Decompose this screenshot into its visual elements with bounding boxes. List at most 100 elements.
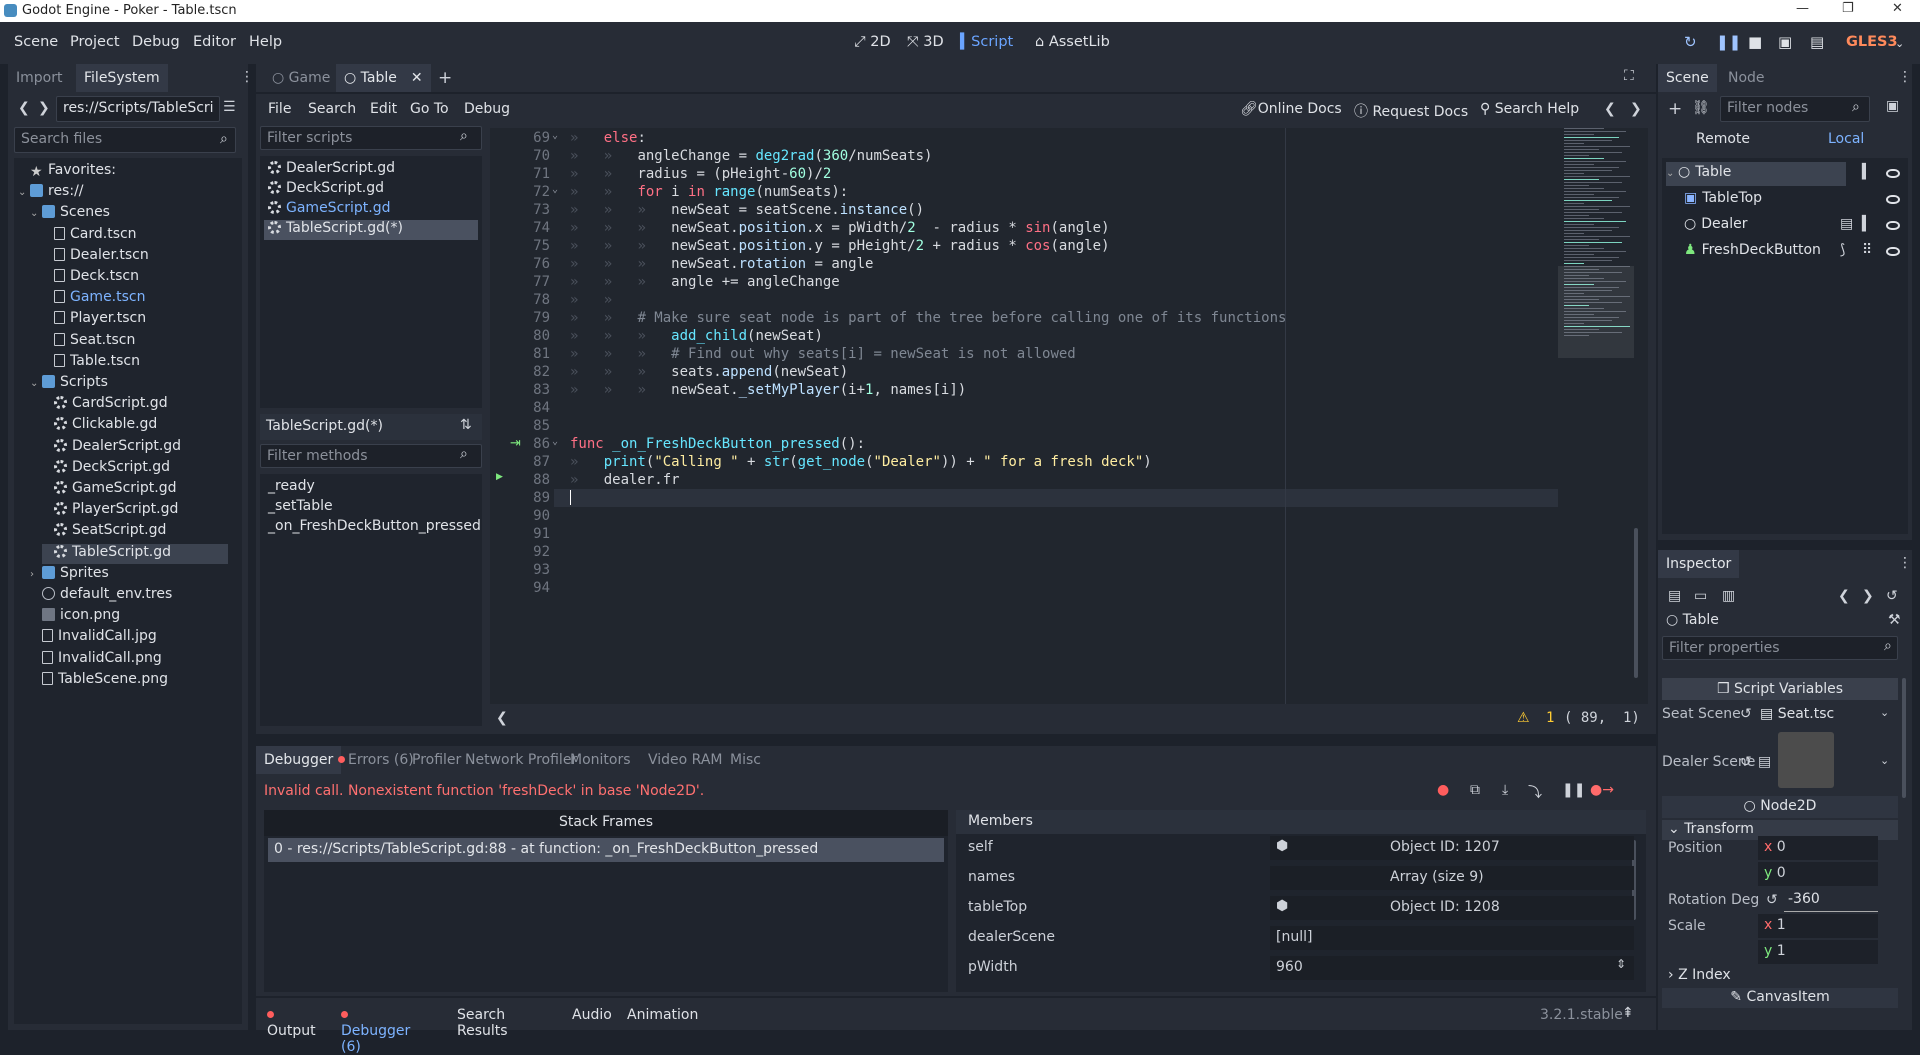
prev-script-icon[interactable]: ❮ <box>1604 101 1616 117</box>
script-variables-section[interactable]: ❒ Script Variables <box>1662 678 1898 700</box>
filter-nodes-input[interactable]: Filter nodes <box>1720 96 1870 122</box>
file-tree-item[interactable]: Clickable.gd <box>42 416 228 436</box>
script-menu-edit[interactable]: Edit <box>370 101 397 117</box>
member-row[interactable]: dealerScene [null] <box>962 926 1638 950</box>
debugger-tab[interactable]: Monitors <box>562 746 639 774</box>
maximize-icon[interactable]: ❐ <box>1842 1 1854 16</box>
code-line[interactable]: » » radius = (pHeight-60)/2 <box>570 166 831 182</box>
back-arrow-icon[interactable]: ❮ <box>18 100 30 116</box>
signal-icon[interactable]: ⟆ <box>1840 242 1845 258</box>
visibility-eye-icon[interactable] <box>1886 195 1900 204</box>
seat-scene-resource[interactable]: ▤ Seat.tsc <box>1756 703 1856 727</box>
scene-tree-node[interactable]: ○ Dealer <box>1684 214 1846 238</box>
debugger-tab[interactable]: Video RAM <box>640 746 731 774</box>
position-x-field[interactable]: x 0 <box>1758 836 1878 860</box>
mode-script-button[interactable]: ▍Script <box>960 34 1013 50</box>
code-line[interactable]: » » » newSeat.position.x = pWidth/2 - ra… <box>570 220 1110 236</box>
step-into-icon[interactable]: ⤓ <box>1502 782 1508 798</box>
chevron-down-icon[interactable]: ⌄ <box>18 187 30 198</box>
file-tree-item[interactable]: ⌄ Scripts <box>30 374 228 394</box>
menu-scene[interactable]: Scene <box>14 34 58 50</box>
record-icon[interactable]: ● <box>1437 782 1449 798</box>
canvasitem-section[interactable]: ✎ CanvasItem <box>1662 988 1898 1008</box>
sort-icon[interactable]: ⇅ <box>460 417 472 433</box>
revert-icon[interactable]: ↺ <box>1740 706 1752 722</box>
member-value[interactable]: ⬢ Object ID: 1207 <box>1270 836 1634 860</box>
instance-scene-icon[interactable]: ⛓ <box>1692 100 1710 116</box>
code-line[interactable]: » » » newSeat = seatScene.instance() <box>570 202 924 218</box>
scene-tree-node[interactable]: ▣ TableTop <box>1684 188 1846 212</box>
history-icon[interactable]: ↺ <box>1886 588 1898 604</box>
code-line[interactable]: » » <box>570 292 637 308</box>
file-tree-item[interactable]: Table.tscn <box>42 353 228 373</box>
scene-tree-node[interactable]: ⌄ ○ Table <box>1666 162 1846 186</box>
bottom-tab[interactable]: Search Results <box>457 1007 508 1039</box>
file-tree-item[interactable]: SeatScript.gd <box>42 522 228 542</box>
visibility-eye-icon[interactable] <box>1886 169 1900 178</box>
code-line[interactable]: » » » newSeat.rotation = angle <box>570 256 873 272</box>
scene-tree-node[interactable]: ♟ FreshDeckButton <box>1684 240 1846 264</box>
member-row[interactable]: pWidth 960 ⇕ <box>962 956 1638 980</box>
toggle-panel-icon[interactable]: ❮ <box>496 710 508 726</box>
position-y-field[interactable]: y 0 <box>1758 862 1878 886</box>
file-tree-item[interactable]: DealerScript.gd <box>42 438 228 458</box>
code-line[interactable]: » » » newSeat.position.y = pHeight/2 + r… <box>570 238 1110 254</box>
tab-node[interactable]: Node <box>1720 64 1773 92</box>
script-menu-debug[interactable]: Debug <box>464 101 510 117</box>
code-line[interactable]: » » » add_child(newSeat) <box>570 328 823 344</box>
stack-frame-row[interactable]: 0 - res://Scripts/TableScript.gd:88 - at… <box>268 838 944 862</box>
mode-assetlib-button[interactable]: ⌂ AssetLib <box>1035 34 1110 50</box>
warning-count[interactable]: 1 <box>1546 710 1554 726</box>
zindex-section[interactable]: › Z Index <box>1662 966 1898 986</box>
script-icon[interactable]: ▍ <box>1862 216 1873 232</box>
script-list-item[interactable]: GameScript.gd <box>264 200 478 220</box>
file-tree-item[interactable]: Game.tscn <box>42 289 228 309</box>
code-line[interactable]: » » angleChange = deg2rad(360/numSeats) <box>570 148 933 164</box>
object-tools-icon[interactable]: ⚒ <box>1888 612 1901 628</box>
pause-icon[interactable]: ❚❚ <box>1716 33 1741 51</box>
fold-arrow-icon[interactable]: ⌄ <box>552 184 558 195</box>
script-menu-goto[interactable]: Go To <box>410 101 449 117</box>
method-list-item[interactable]: _on_FreshDeckButton_pressed <box>264 518 481 538</box>
bottom-tab[interactable]: Animation <box>627 1007 698 1023</box>
play-scene-icon[interactable]: ▣ <box>1778 33 1792 51</box>
code-editor[interactable]: 69 ⌄» else: 70» » angleChange = deg2rad(36… <box>490 128 1648 704</box>
member-row[interactable]: tableTop ⬢ Object ID: 1208 <box>962 896 1638 920</box>
fold-arrow-icon[interactable]: ⌄ <box>552 130 558 141</box>
menu-editor[interactable]: Editor <box>193 34 236 50</box>
save-icon[interactable]: ▥ <box>1722 588 1735 604</box>
file-tree-item[interactable]: Dealer.tscn <box>42 247 228 267</box>
code-line[interactable] <box>570 490 571 507</box>
file-tree-item[interactable]: PlayerScript.gd <box>42 501 228 521</box>
member-value[interactable]: [null] <box>1270 926 1634 950</box>
script-menu-search[interactable]: Search <box>308 101 356 117</box>
restart-icon[interactable]: ↻ <box>1684 33 1697 51</box>
add-tab-icon[interactable]: + <box>438 68 452 88</box>
bottom-tab[interactable]: Output <box>267 1007 316 1039</box>
forward-arrow-icon[interactable]: ❯ <box>38 100 50 116</box>
open-folder-icon[interactable]: ▭ <box>1694 588 1707 604</box>
file-tree-item[interactable]: ★ Favorites: <box>18 162 228 182</box>
file-tree-item[interactable]: InvalidCall.png <box>30 650 228 670</box>
fold-arrow-icon[interactable]: ⌄ <box>552 436 558 447</box>
add-node-icon[interactable]: + <box>1668 99 1682 119</box>
code-line[interactable]: » else: <box>570 130 646 146</box>
tab-game[interactable]: ○ Game <box>264 64 338 92</box>
expand-panel-icon[interactable]: ⇞ <box>1622 1005 1634 1021</box>
step-over-icon[interactable]: ⤵ <box>1528 782 1542 802</box>
mode-3d-button[interactable]: ⤧ 3D <box>907 34 944 50</box>
member-row[interactable]: names Array (size 9) <box>962 866 1638 890</box>
inspector-scrollbar[interactable] <box>1902 678 1906 798</box>
chevron-down-icon[interactable]: ⌄ <box>1895 37 1904 50</box>
minimap-viewport[interactable] <box>1558 266 1634 358</box>
warning-icon[interactable]: ⚠ <box>1517 710 1530 726</box>
bottom-tab[interactable]: Debugger (6) <box>341 1007 410 1055</box>
member-value[interactable]: ⬢ Object ID: 1208 <box>1270 896 1634 920</box>
chevron-down-icon[interactable]: ⌄ <box>1880 754 1889 767</box>
scene-instance-icon[interactable]: ▤ <box>1840 216 1853 232</box>
member-value[interactable]: 960 ⇕ <box>1270 956 1634 980</box>
code-line[interactable]: » print("Calling " + str(get_node("Deale… <box>570 454 1152 470</box>
tab-scene[interactable]: Scene <box>1658 64 1717 92</box>
member-row[interactable]: self ⬢ Object ID: 1207 <box>962 836 1638 860</box>
script-list-item[interactable]: DealerScript.gd <box>264 160 478 180</box>
